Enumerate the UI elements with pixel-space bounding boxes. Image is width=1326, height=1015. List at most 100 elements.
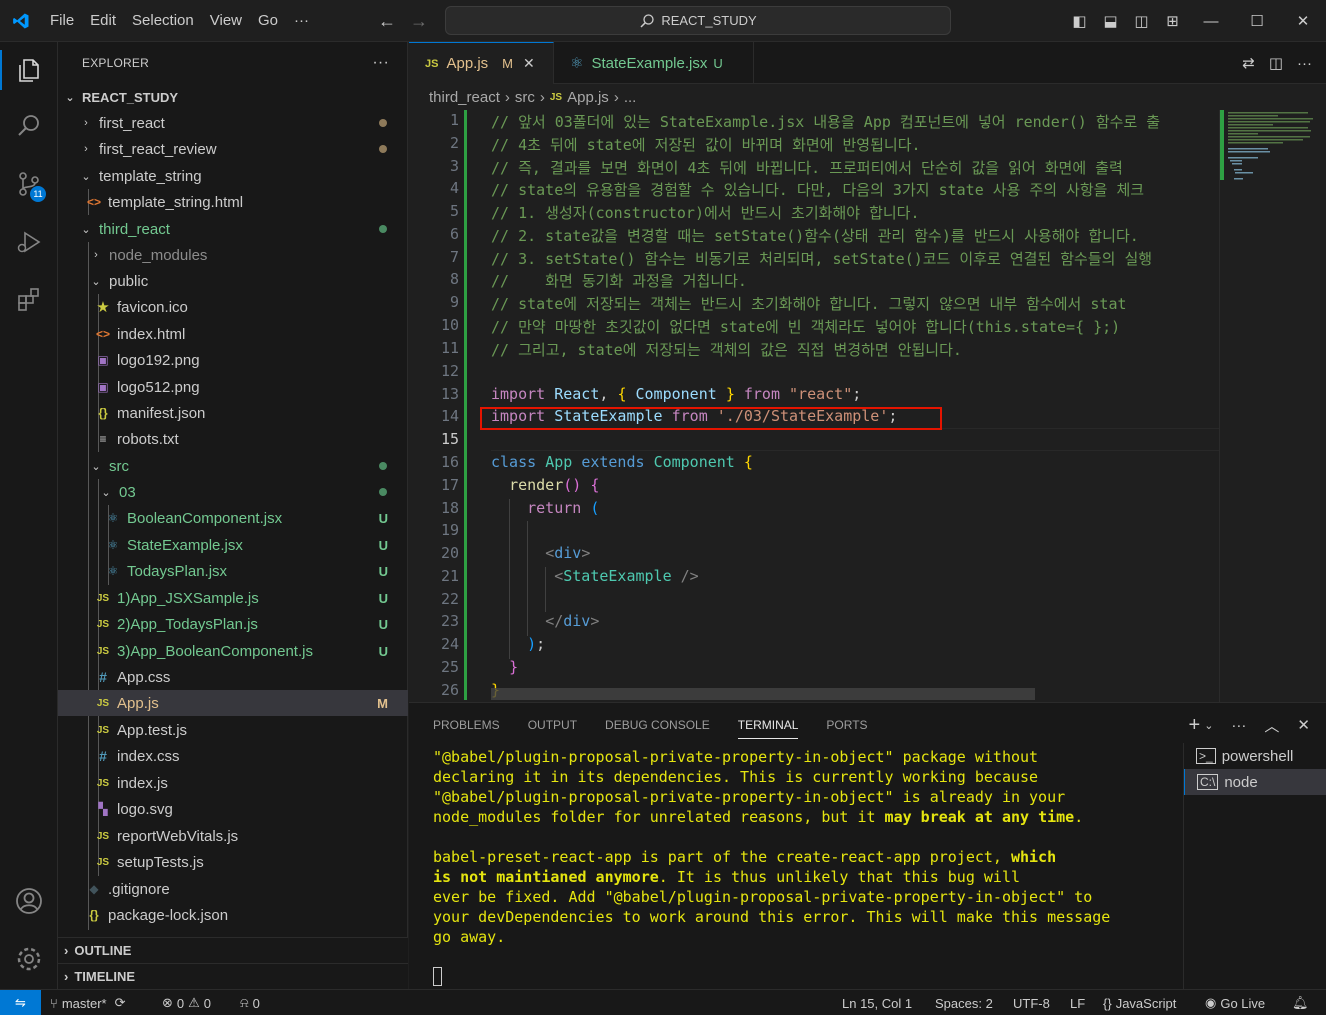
command-center-search[interactable]: REACT_STUDY [445,6,951,35]
terminal-session-powershell[interactable]: >_ powershell [1184,743,1326,769]
panel-actions: + ⌄ ··· ︿ ✕ [1189,703,1311,747]
forward-arrow-icon[interactable]: → [410,11,428,32]
tree-file-reportwebvitals[interactable]: JS reportWebVitals.js [58,823,408,849]
tree-folder-third-react[interactable]: ⌄ third_react [58,216,408,242]
tab-output[interactable]: OUTPUT [528,718,577,732]
close-window-button[interactable]: ✕ [1280,12,1326,30]
tree-file-template-string-html[interactable]: <> template_string.html [58,189,408,215]
code-editor[interactable]: 1 2 3 4 5 6 7 8 9 10 11 12 13 14 15 16 1… [409,110,1326,702]
search-activity[interactable] [0,102,58,150]
tab-app-js[interactable]: JS App.js M ✕ [409,42,554,84]
tree-file-manifest[interactable]: {} manifest.json [58,400,408,426]
close-icon[interactable]: ✕ [523,55,535,72]
close-panel-icon[interactable]: ✕ [1297,716,1310,734]
tree-file-robots[interactable]: ≡ robots.txt [58,426,408,452]
tree-file-logo-svg[interactable]: ▚ logo.svg [58,796,408,822]
remote-indicator[interactable]: ⇋ [0,990,41,1015]
terminal-session-node[interactable]: C:\ node [1184,769,1326,795]
tree-folder-template-string[interactable]: ⌄ template_string [58,163,408,189]
menu-go[interactable]: Go [250,0,286,42]
outline-section[interactable]: › OUTLINE [58,937,408,963]
tab-terminal[interactable]: TERMINAL [737,718,799,739]
chevron-down-icon: ⌄ [81,223,91,236]
tree-folder-first-react[interactable]: › first_react [58,110,408,136]
tab-problems[interactable]: PROBLEMS [433,718,500,732]
extensions-activity[interactable] [0,276,58,324]
tree-file-setuptests[interactable]: JS setupTests.js [58,849,408,875]
tree-folder-03[interactable]: ⌄ 03 [58,479,408,505]
tree-folder-public[interactable]: ⌄ public [58,268,408,294]
toggle-sidebar-icon[interactable]: ◧ [1064,12,1095,30]
maximize-button[interactable]: ☐ [1234,12,1280,30]
menu-edit[interactable]: Edit [82,0,124,42]
go-live-button[interactable]: ◉ Go Live [1205,990,1265,1015]
tree-file-gitignore[interactable]: ◆ .gitignore [58,876,408,902]
maximize-panel-icon[interactable]: ︿ [1264,715,1279,736]
tree-folder-first-react-review[interactable]: › first_react_review [58,136,408,162]
ports-status[interactable]: ⍾ 0 [240,990,260,1015]
tree-folder-src[interactable]: ⌄ src [58,453,408,479]
tab-debug-console[interactable]: DEBUG CONSOLE [605,718,710,732]
breadcrumb-symbol[interactable]: ... [624,89,637,106]
git-status-badge: U [378,510,388,526]
tree-file-app-css[interactable]: # App.css [58,664,408,690]
tree-file-logo192[interactable]: ▣ logo192.png [58,347,408,373]
customize-layout-icon[interactable]: ⊞ [1157,12,1188,30]
breadcrumb-folder[interactable]: src [515,89,535,106]
language-mode[interactable]: {} JavaScript [1103,990,1176,1015]
problems-status[interactable]: ⊗ 0 ⚠ 0 [162,990,211,1015]
manage-activity[interactable] [0,935,58,983]
tree-root[interactable]: ⌄ REACT_STUDY [58,84,408,110]
indentation[interactable]: Spaces: 2 [935,990,993,1015]
toggle-secondary-sidebar-icon[interactable]: ◫ [1126,12,1157,30]
tab-ports[interactable]: PORTS [826,718,867,732]
source-control-activity[interactable]: 11 [0,160,58,208]
minimize-button[interactable]: — [1188,13,1234,30]
split-editor-icon[interactable]: ◫ [1269,54,1283,72]
toggle-panel-icon[interactable]: ⬓ [1095,12,1126,30]
tree-folder-node-modules[interactable]: › node_modules [58,242,408,268]
more-actions-icon[interactable]: ··· [1231,717,1246,734]
tree-file-app-test[interactable]: JS App.test.js [58,717,408,743]
notifications[interactable]: 🔔︎ [1292,990,1309,1015]
tree-file-app-jsxsample[interactable]: JS 1)App_JSXSample.js U [58,585,408,611]
menu-selection[interactable]: Selection [124,0,202,42]
tree-file-app-booleancomponent[interactable]: JS 3)App_BooleanComponent.js U [58,638,408,664]
tree-file-index-js[interactable]: JS index.js [58,770,408,796]
breadcrumb-file[interactable]: App.js [567,89,609,106]
new-terminal-icon[interactable]: + [1189,714,1201,737]
tree-file-favicon[interactable]: ★ favicon.ico [58,294,408,320]
tab-state-example[interactable]: ⚛ StateExample.jsx U [554,42,754,84]
cursor-position[interactable]: Ln 15, Col 1 [842,990,912,1015]
compare-changes-icon[interactable]: ⇄ [1242,54,1255,72]
tree-file-app-todaysplan[interactable]: JS 2)App_TodaysPlan.js U [58,611,408,637]
run-debug-activity[interactable] [0,218,58,266]
breadcrumb-folder[interactable]: third_react [429,89,500,106]
terminal-output[interactable]: "@babel/plugin-proposal-private-property… [433,747,1183,947]
tree-file-index-html[interactable]: <> index.html [58,321,408,347]
explorer-more-icon[interactable]: ··· [372,54,389,72]
end-of-line[interactable]: LF [1070,990,1085,1015]
vscode-logo-icon [0,0,42,42]
menu-more[interactable]: ··· [286,0,317,42]
tree-file-state-example[interactable]: ⚛ StateExample.jsx U [58,532,408,558]
branch-status[interactable]: ⑂ master* ⟳ [50,990,126,1015]
chevron-down-icon[interactable]: ⌄ [1204,719,1213,732]
explorer-activity[interactable] [0,46,58,94]
menu-view[interactable]: View [202,0,250,42]
tree-file-logo512[interactable]: ▣ logo512.png [58,374,408,400]
tree-file-todays-plan[interactable]: ⚛ TodaysPlan.jsx U [58,558,408,584]
tree-file-index-css[interactable]: # index.css [58,743,408,769]
back-arrow-icon[interactable]: ← [378,11,396,32]
menu-bar: File Edit Selection View Go ··· [42,0,317,42]
accounts-activity[interactable] [0,877,58,925]
horizontal-scrollbar[interactable] [491,688,1035,700]
encoding[interactable]: UTF-8 [1013,990,1050,1015]
timeline-section[interactable]: › TIMELINE [58,963,408,989]
tree-file-boolean-component[interactable]: ⚛ BooleanComponent.jsx U [58,505,408,531]
menu-file[interactable]: File [42,0,82,42]
tree-file-app-js[interactable]: JS App.js M [58,690,408,716]
minimap[interactable] [1219,110,1326,702]
more-actions-icon[interactable]: ··· [1297,55,1312,72]
tree-file-package-lock[interactable]: {} package-lock.json [58,902,408,928]
